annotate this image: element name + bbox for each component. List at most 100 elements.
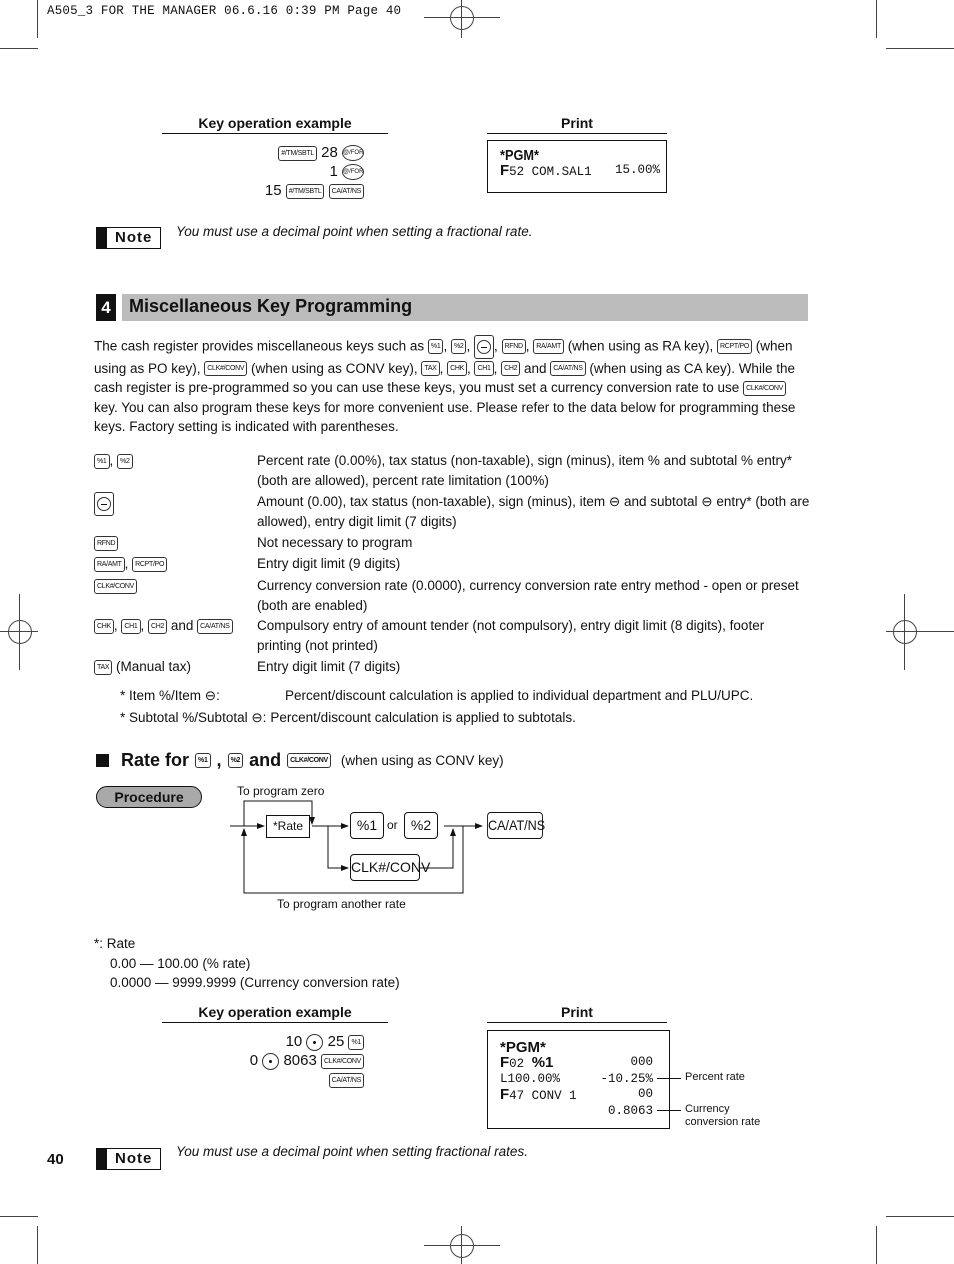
note-label: Note [115,1150,153,1167]
key-rfnd: RFND [501,339,526,355]
note-badge: Note [96,227,162,251]
key-op-number: 0 [249,1052,259,1069]
receipt-left: F47 CONV 1 [500,1087,577,1104]
key-rfnd: RFND [94,535,119,551]
rate-note-line: 0.00 — 100.00 (% rate) [110,955,251,971]
bullet-square-icon [96,754,109,767]
definition-text: Not necessary to program [257,535,413,550]
key-pct1: %1 [350,812,384,839]
definition-text: Percent rate (0.00%), tax status (non-ta… [257,453,792,488]
section-title: Miscellaneous Key Programming [122,294,808,321]
key-at-for: @/FOR [342,145,364,162]
key--1: %1 [94,453,110,469]
print-slug: A505_3 FOR THE MANAGER 06.6.16 0:39 PM P… [47,4,402,18]
rate-note: *: Rate 0.00 — 100.00 (% rate) 0.0000 — … [94,934,400,993]
crop-mark [886,48,954,49]
page-number: 40 [47,1151,64,1168]
definition-text: Entry digit limit (9 digits) [257,556,401,571]
rate-heading: Rate for %1, %2 and CLK#/CONV (when usin… [96,750,504,771]
key-op-line: 1 @/FOR [180,162,364,181]
footnote-subtotal: * Subtotal %/Subtotal ⊖: Percent/discoun… [120,708,576,727]
note-badge: Note [96,1148,162,1172]
definition-row: TAX (Manual tax) Entry digit limit (7 dig… [94,657,810,677]
registration-mark-icon [450,1234,474,1258]
receipt-left: F52 COM.SAL1 [500,163,592,180]
crop-mark [0,48,38,49]
key-tm-sbtl: #/TM/SBTL [285,183,325,199]
key-clk-conv: CLK#/CONV [204,361,248,377]
receipt-f: F [500,162,510,179]
key-op-line: 10 25 %1 [180,1032,364,1051]
key-minus [474,335,494,359]
minus-circle-icon [97,497,111,512]
crop-mark [0,1216,38,1217]
note-text: You must use a decimal point when settin… [176,1144,528,1159]
registration-mark-icon [450,6,474,30]
key-clk-conv: CLK#/CONV [321,1053,364,1069]
receipt-f: F [500,1054,510,1071]
rate-entry-box: *Rate [266,815,310,838]
key-ch2: CH2 [501,361,521,377]
key-op-number: 8063 [283,1052,317,1069]
procedure-pill: Procedure [96,786,202,808]
key-clk-conv: CLK#/CONV [287,753,331,768]
key-ca-at-ns: CA/AT/NS [487,812,545,839]
receipt-header: *PGM* [500,148,665,163]
key-op-line: 0 8063 CLK#/CONV [180,1051,364,1070]
decimal-point-key-icon [262,1052,280,1070]
definition-text: Currency conversion rate (0.0000), curre… [257,578,799,613]
crop-mark [904,594,905,670]
key-pct2: %2 [404,812,438,839]
key-op-number: 25 [327,1033,345,1050]
definition-keys: RFND [94,533,257,553]
key-op-line: #/TM/SBTL 28 @/FOR [180,143,364,162]
key-at-for: @/FOR [342,164,364,181]
registration-mark-icon [8,620,32,644]
definition-row: Amount (0.00), tax status (non-taxable),… [94,492,810,531]
key-pct2: %2 [227,753,244,768]
key-ch1: CH1 [474,361,494,377]
print-heading: Print [487,1004,667,1023]
definition-text: Amount (0.00), tax status (non-taxable),… [257,494,810,529]
key-ch2: CH2 [148,618,168,634]
key-op-number: 10 [285,1033,303,1050]
crop-mark [876,0,877,38]
key-ra-amt: RA/AMT [533,339,564,355]
footnote-label: * Subtotal %/Subtotal ⊖: [120,710,267,725]
crop-mark [424,17,500,18]
receipt-left-text: 02 [509,1057,532,1071]
key-op-number: 15 [264,182,282,199]
key-ca-at-ns: CA/AT/NS [328,183,364,199]
callout-percent-rate: Percent rate [685,1071,745,1083]
rate-note-line: 0.0000 — 9999.9999 (Currency conversion … [110,975,400,990]
receipt-row: F47 CONV 1 00 [500,1087,653,1104]
definition-row: CLK#/CONV Currency conversion rate (0.000… [94,576,810,615]
definition-row: RA/AMT, RCPT/PO Entry digit limit (9 digi… [94,554,810,574]
key-minus [94,492,114,516]
definition-keys [94,492,257,531]
minus-circle-icon [477,340,491,355]
key-operation-heading: Key operation example [162,1004,388,1023]
comma: , [216,750,222,770]
rate-heading-prefix: Rate for [121,750,190,770]
receipt-f: F [500,1086,510,1103]
key-chk: CHK [447,361,467,377]
key-clk-conv: CLK#/CONV [743,380,787,396]
key-operation-example-1: #/TM/SBTL 28 @/FOR 1 @/FOR 15 #/TM/SBTL … [180,143,364,200]
rate-note-title: *: Rate [94,936,136,951]
key-ca-at-ns: CA/AT/NS [328,1072,364,1088]
key--2: %2 [450,339,467,355]
receipt-print-2: *PGM* F02 %1 000 L100.00% -10.25% F47 CONV… [487,1030,670,1129]
crop-mark [461,0,462,38]
key-ca-at-ns: CA/AT/NS [197,618,233,634]
rate-heading-tail: (when using as CONV key) [340,753,504,768]
receipt-right: 000 [630,1055,653,1069]
crop-mark [37,0,38,38]
crop-mark [424,1245,500,1246]
key-ca-at-ns: CA/AT/NS [550,361,586,377]
key--1: %1 [427,339,444,355]
key-op-line: CA/AT/NS [180,1070,364,1089]
definition-row: CHK, CH1, CH2 and CA/AT/NS Compulsory ent… [94,616,810,655]
crop-mark [461,1226,462,1264]
to-program-another-label: To program another rate [277,897,406,911]
